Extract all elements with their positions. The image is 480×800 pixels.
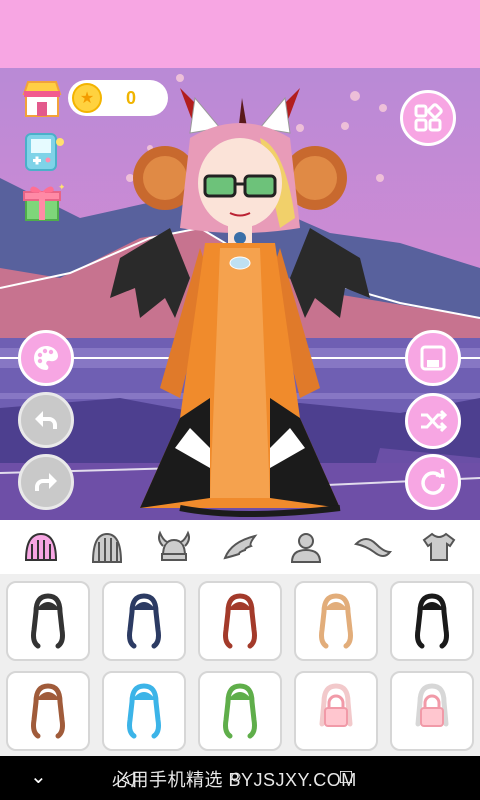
hair-preview-icon (223, 683, 257, 739)
hair-item[interactable] (390, 581, 474, 661)
helmet-icon (157, 530, 190, 561)
hair-item[interactable] (294, 581, 378, 661)
hair-preview-icon (31, 683, 65, 739)
redo-button[interactable] (18, 454, 74, 510)
shuffle-icon (421, 409, 448, 433)
hair-item[interactable] (6, 671, 90, 751)
undo-icon (35, 411, 57, 429)
save-icon (420, 345, 446, 371)
category-bar (0, 520, 480, 574)
hair-item[interactable] (102, 581, 186, 661)
tail-icon (353, 538, 392, 557)
hair-item[interactable] (294, 671, 378, 751)
item-grid (0, 574, 480, 756)
menu-button[interactable] (400, 90, 456, 146)
tab-body[interactable] (282, 527, 330, 567)
hair-preview-icon (127, 593, 161, 649)
tab-hair-front[interactable] (17, 527, 65, 567)
tab-hair-back[interactable] (83, 527, 131, 567)
reset-icon (421, 468, 445, 495)
game-console-icon[interactable] (22, 130, 66, 174)
hair-preview-icon (319, 683, 353, 727)
hair-item[interactable] (198, 581, 282, 661)
color-button[interactable] (18, 330, 74, 386)
hair-item[interactable] (6, 581, 90, 661)
hair-front-icon (25, 532, 58, 561)
random-button[interactable] (405, 393, 461, 449)
shop-icon[interactable] (20, 76, 64, 120)
tab-wings[interactable] (216, 527, 264, 567)
character-stage: ★ 0 ✦ (0, 68, 480, 520)
hair-preview-icon (223, 593, 257, 649)
lock-icon (324, 707, 348, 727)
lock-icon (420, 707, 444, 727)
watermark-text: 必用手机精选 BYJSJXY.COM (112, 770, 357, 790)
palette-icon (34, 346, 58, 370)
save-button[interactable] (405, 330, 461, 386)
character-avatar (110, 88, 370, 517)
reset-button[interactable] (405, 454, 461, 510)
hair-preview-icon (127, 683, 161, 739)
hair-preview-icon (319, 593, 353, 649)
shirt-icon (422, 532, 456, 561)
status-bar (0, 0, 480, 68)
tab-tail[interactable] (349, 527, 397, 567)
svg-text:✦: ✦ (58, 182, 64, 192)
person-icon (291, 533, 322, 563)
grid-menu-icon (414, 103, 443, 132)
hair-preview-icon (415, 683, 449, 727)
coin-counter: ★ 0 (68, 80, 168, 116)
undo-button[interactable] (18, 392, 74, 448)
hair-preview-icon (31, 593, 65, 649)
app-screen: ★ 0 ✦ ⌄ ◁ ○ □ 必用手机精选 BYJSJXY.COM (0, 0, 480, 800)
chevron-down-icon[interactable]: ⌄ (30, 764, 47, 789)
hair-item[interactable] (198, 671, 282, 751)
system-nav-bar: ⌄ ◁ ○ □ 必用手机精选 BYJSJXY.COM (0, 756, 480, 800)
tab-headwear[interactable] (150, 527, 198, 567)
hair-item[interactable] (102, 671, 186, 751)
wing-icon (223, 534, 258, 560)
hair-preview-icon (415, 593, 449, 649)
redo-icon (35, 473, 57, 491)
gift-icon[interactable]: ✦ (20, 180, 64, 224)
hair-item[interactable] (390, 671, 474, 751)
tab-clothing[interactable] (415, 527, 463, 567)
hair-back-icon (92, 532, 123, 563)
coin-icon: ★ (72, 83, 102, 113)
coin-value: 0 (126, 87, 137, 108)
